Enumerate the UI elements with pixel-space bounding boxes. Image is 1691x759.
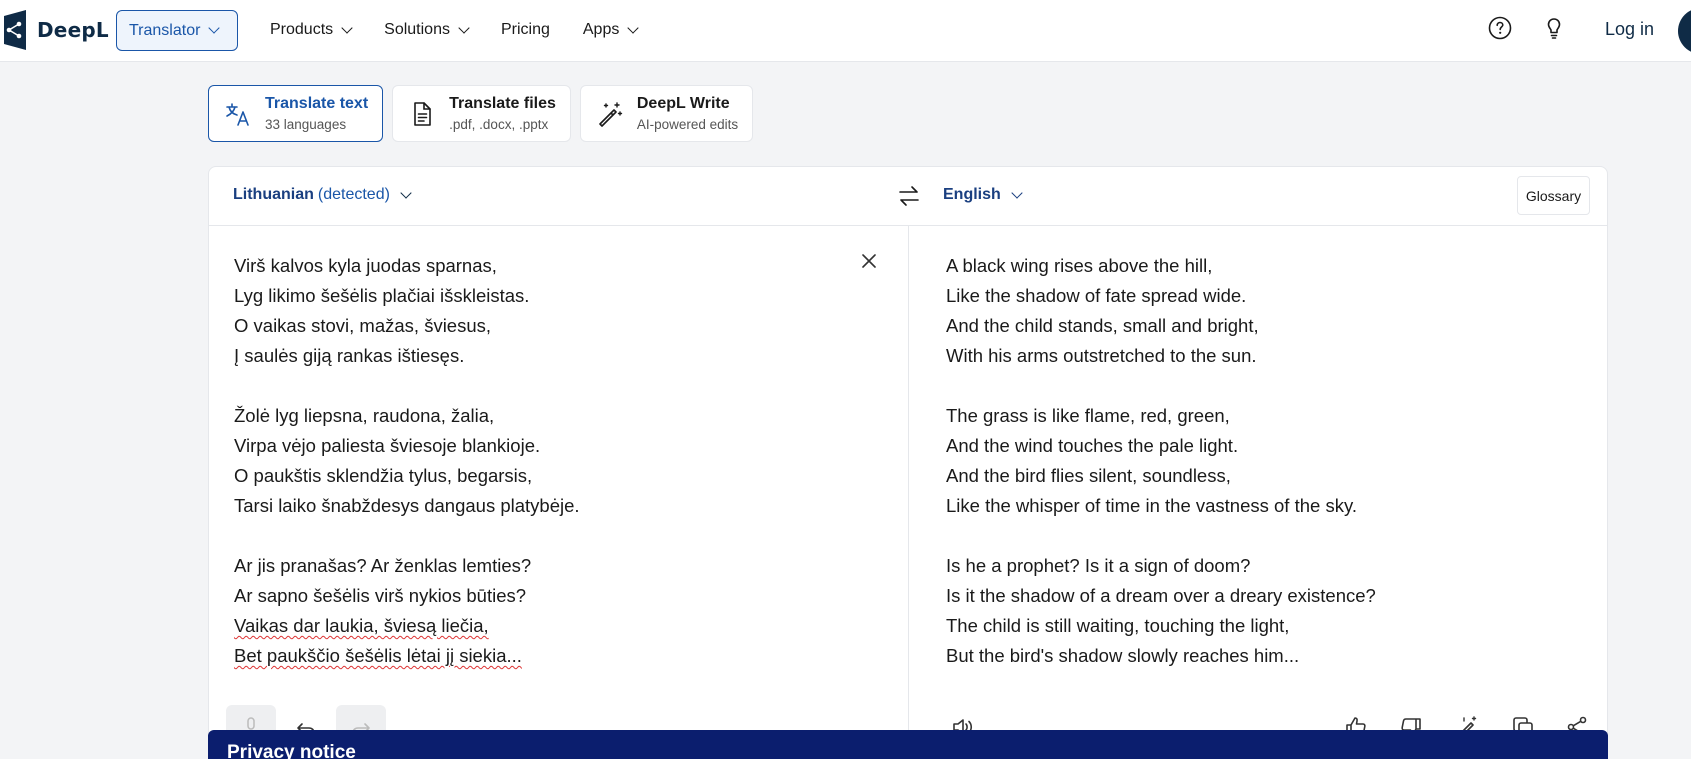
target-line: Like the shadow of fate spread wide. — [946, 285, 1247, 306]
deepl-logo[interactable]: DeepL — [0, 10, 109, 50]
source-line: Žolė lyg liepsna, raudona, žalia, — [234, 405, 495, 426]
translator-panel: Lithuanian (detected) English Glossary V… — [208, 166, 1608, 759]
magic-wand-icon — [599, 101, 623, 127]
source-language: Lithuanian — [233, 186, 314, 203]
target-line: Is it the shadow of a dream over a drear… — [946, 585, 1376, 606]
translator-dropdown[interactable]: Translator — [116, 10, 238, 51]
header-actions — [1488, 16, 1566, 40]
source-line: Ar sapno šešėlis virš nykios būties? — [234, 585, 527, 606]
privacy-notice-banner: Privacy notice — [208, 730, 1608, 759]
chevron-down-icon — [400, 186, 412, 199]
source-line: Tarsi laiko šnabždesys dangaus platybėje… — [234, 495, 580, 516]
swap-languages-icon[interactable] — [897, 184, 921, 208]
lightbulb-icon[interactable] — [1542, 16, 1566, 40]
tab-deepl-write-subtitle: AI-powered edits — [636, 117, 739, 132]
target-line: And the bird flies silent, soundless, — [946, 465, 1231, 486]
source-blank-line — [234, 371, 580, 401]
nav-pricing[interactable]: Pricing — [501, 19, 550, 41]
nav-apps[interactable]: Apps — [582, 19, 640, 41]
target-blank-line — [946, 371, 1376, 401]
tab-translate-text-subtitle: 33 languages — [265, 117, 347, 132]
source-line-misspelled: Vaikas dar laukia, šviesą liečia, — [234, 615, 489, 636]
source-blank-line — [234, 521, 580, 551]
nav-solutions[interactable]: Solutions — [384, 19, 470, 41]
source-textarea[interactable]: Virš kalvos kyla juodas sparnas, Lyg lik… — [234, 251, 580, 671]
chevron-down-icon — [458, 21, 470, 34]
tab-translate-text[interactable]: Translate text 33 languages — [208, 85, 384, 142]
panel-divider — [908, 226, 909, 759]
top-header: DeepL Translator Products Solutions Pric… — [0, 0, 1691, 62]
nav-solutions-label: Solutions — [384, 21, 450, 38]
tab-translate-files[interactable]: Translate files .pdf, .docx, .pptx — [392, 85, 571, 142]
translator-label: Translator — [129, 21, 201, 39]
chevron-down-icon — [341, 21, 353, 34]
nav-products-label: Products — [270, 21, 334, 38]
tab-translate-files-subtitle: .pdf, .docx, .pptx — [449, 117, 549, 132]
target-language-selector[interactable]: English — [943, 186, 1023, 204]
source-line-misspelled: Bet paukščio šešėlis lėtai jį siekia... — [234, 645, 522, 666]
source-line: O vaikas stovi, mažas, šviesus, — [234, 315, 492, 336]
target-line: Like the whisper of time in the vastness… — [946, 495, 1357, 516]
clear-text-icon[interactable] — [861, 253, 877, 269]
translate-icon — [226, 102, 249, 126]
target-line: The child is still waiting, touching the… — [946, 615, 1290, 636]
glossary-button[interactable]: Glossary — [1517, 176, 1590, 215]
tab-translate-text-title: Translate text — [265, 95, 369, 112]
nav-pricing-label: Pricing — [500, 21, 550, 38]
nav-apps-label: Apps — [582, 21, 620, 38]
source-line: O paukštis sklendžia tylus, begarsis, — [234, 465, 533, 486]
target-language: English — [943, 186, 1001, 203]
source-line: Virš kalvos kyla juodas sparnas, — [234, 255, 497, 276]
target-blank-line — [946, 521, 1376, 551]
target-line: But the bird's shadow slowly reaches him… — [946, 645, 1300, 666]
tab-deepl-write[interactable]: DeepL Write AI-powered edits — [579, 85, 754, 142]
target-line: The grass is like flame, red, green, — [946, 405, 1230, 426]
brand-name: DeepL — [37, 18, 109, 42]
target-line: And the child stands, small and bright, — [946, 315, 1259, 336]
chevron-down-icon — [1011, 186, 1023, 199]
target-line: And the wind touches the pale light. — [946, 435, 1239, 456]
nav-products[interactable]: Products — [270, 19, 353, 41]
source-line: Į saulės giją rankas ištiesęs. — [234, 345, 465, 366]
main-nav: Products Solutions Pricing Apps — [270, 19, 670, 41]
target-line: A black wing rises above the hill, — [946, 255, 1213, 276]
target-line: With his arms outstretched to the sun. — [946, 345, 1257, 366]
source-line: Ar jis pranašas? Ar ženklas lemties? — [234, 555, 532, 576]
chevron-down-icon — [208, 22, 221, 34]
detected-label: (detected) — [317, 186, 390, 203]
source-line: Virpa vėjo paliesta šviesoje blankioje. — [234, 435, 541, 456]
source-line: Lyg likimo šešėlis plačiai išskleistas. — [234, 285, 530, 306]
signup-button[interactable] — [1678, 8, 1691, 54]
target-line: Is he a prophet? Is it a sign of doom? — [946, 555, 1251, 576]
tab-deepl-write-title: DeepL Write — [636, 95, 730, 112]
deepl-logo-icon — [4, 10, 26, 50]
chevron-down-icon — [627, 21, 640, 34]
mode-tabs: Translate text 33 languages Translate fi… — [208, 85, 762, 142]
help-icon[interactable] — [1488, 16, 1512, 40]
translation-output: A black wing rises above the hill, Like … — [946, 251, 1376, 671]
privacy-notice-title: Privacy notice — [227, 742, 356, 759]
source-language-selector[interactable]: Lithuanian (detected) — [233, 186, 412, 204]
login-link[interactable]: Log in — [1605, 19, 1654, 40]
document-icon — [414, 101, 431, 126]
tab-translate-files-title: Translate files — [449, 95, 556, 112]
language-bar: Lithuanian (detected) English Glossary — [209, 167, 1607, 226]
